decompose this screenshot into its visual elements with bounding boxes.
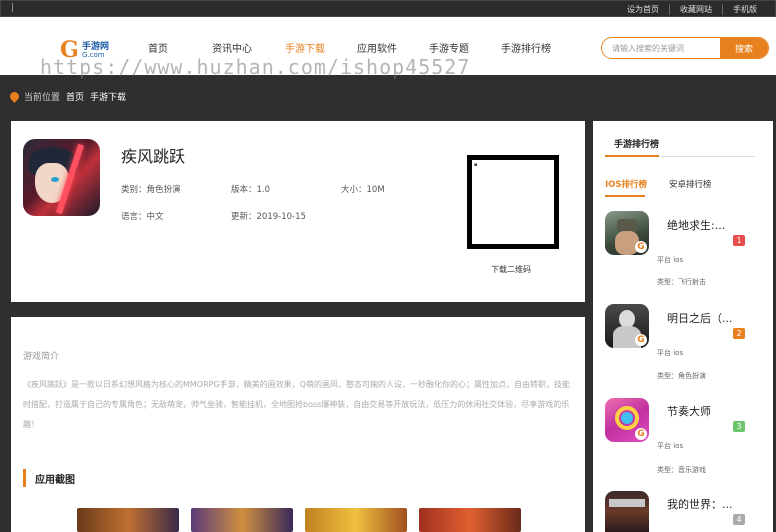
game-icon [23,139,100,216]
game-updated: 更新：2019-10-15 [231,212,306,222]
game-title: 疾风跳跃 [121,147,186,166]
screenshots-title: 应用截图 [35,474,75,486]
nav-rankings[interactable]: 手游排行榜 [501,40,581,55]
game-size: 大小：10M [341,185,385,195]
screenshots-heading: 应用截图 [23,469,75,487]
bookmark-link[interactable]: 收藏网站 [669,4,722,15]
rank-2-g-badge-icon: G [635,334,647,346]
nav-game-download[interactable]: 手游下载 [285,40,357,55]
search-box: 搜索 [601,37,769,59]
nav-apps[interactable]: 应用软件 [357,40,429,55]
rank-1-type: 类型：飞行射击 [657,278,706,286]
rank-3-platform: 平台 ios [657,442,684,450]
screenshot-1[interactable] [77,508,179,532]
tab-ios-ranking[interactable]: IOS排行榜 [605,178,647,190]
rank-4-logo-bar [609,499,645,507]
icon-eye [51,177,59,182]
rank-2-type: 类型：角色扮演 [657,372,706,380]
rank-2-badge: 2 [733,328,745,339]
qr-broken-image-icon: ▪ [474,162,478,168]
description-text: 《疾风跳跃》是一款以日系幻想风格为核心的MMORPG手游，精美的画效果，Q萌的画… [23,380,570,429]
game-version: 版本：1.0 [231,185,271,195]
screenshot-2[interactable] [191,508,293,532]
search-input[interactable] [602,38,722,58]
rank-1-platform: 平台 ios [657,256,684,264]
breadcrumb: 当前位置 首页 手游下载 [8,90,132,103]
mobile-version-link[interactable]: 手机版 [722,4,767,15]
game-category: 类别：角色扮演 [121,185,181,195]
rank-1-name[interactable]: 绝地求生:... [667,217,725,233]
rank-4-badge: 4 [733,514,745,525]
set-homepage-link[interactable]: 设为首页 [617,4,669,15]
qr-label: 下载二维码 [491,265,531,274]
breadcrumb-label: 当前位置 [24,93,61,103]
rank-3-type: 类型：音乐游戏 [657,466,706,474]
rank-2-platform: 平台 ios [657,349,684,357]
location-pin-icon [8,90,21,103]
heading-accent-bar [23,469,26,487]
game-language: 语言：中文 [121,212,164,222]
screenshot-4[interactable] [419,508,521,532]
tab-ios-underline [605,195,645,197]
rank-1-icon[interactable]: G [605,211,649,255]
search-button[interactable]: 搜索 [720,38,768,58]
game-info-card: 疾风跳跃 类别：角色扮演 版本：1.0 大小：10M 语言：中文 更新：2019… [11,121,585,302]
rank-2-icon[interactable]: G [605,304,649,348]
rank-3-icon[interactable]: G [605,398,649,442]
nav-topics[interactable]: 手游专题 [429,40,501,55]
rank-4-name[interactable]: 我的世界：... [667,496,733,512]
watermark: https://www.huzhan.com/ishop45527 [40,55,471,79]
rank-4-icon[interactable] [605,491,649,532]
rank-3-badge: 3 [733,421,745,432]
rank-2-name[interactable]: 明日之后（... [667,310,733,326]
ranking-title: 手游排行榜 [614,140,660,150]
nav-home[interactable]: 首页 [148,40,212,55]
ranking-title-underline [605,155,659,157]
game-description-card: 游戏简介 《疾风跳跃》是一款以日系幻想风格为核心的MMORPG手游，精美的画效果… [11,317,585,532]
rank-1-g-badge-icon: G [635,241,647,253]
top-links: 设为首页 收藏网站 手机版 [617,4,767,15]
description-title: 游戏简介 [23,352,60,362]
main-nav: 首页 资讯中心 手游下载 应用软件 手游专题 手游排行榜 [148,40,581,55]
top-bar-mark: | [11,3,15,13]
qr-code: ▪ [467,155,559,249]
rank-3-name[interactable]: 节奏大师 [667,403,711,419]
rank-3-dot [621,412,633,424]
tab-android-ranking[interactable]: 安卓排行榜 [669,178,712,190]
breadcrumb-current[interactable]: 手游下载 [90,90,126,103]
rank-3-g-badge-icon: G [635,428,647,440]
top-bar: | 设为首页 收藏网站 手机版 [0,0,776,17]
breadcrumb-home[interactable]: 首页 [66,90,84,103]
site-header: G 手游网 G.com 首页 资讯中心 手游下载 应用软件 手游专题 手游排行榜… [0,17,776,79]
rank-1-badge: 1 [733,235,745,246]
nav-news[interactable]: 资讯中心 [212,40,285,55]
screenshot-3[interactable] [305,508,407,532]
ranking-sidebar: 手游排行榜 IOS排行榜 安卓排行榜 G 绝地求生:... 1 平台 ios 类… [593,121,773,532]
